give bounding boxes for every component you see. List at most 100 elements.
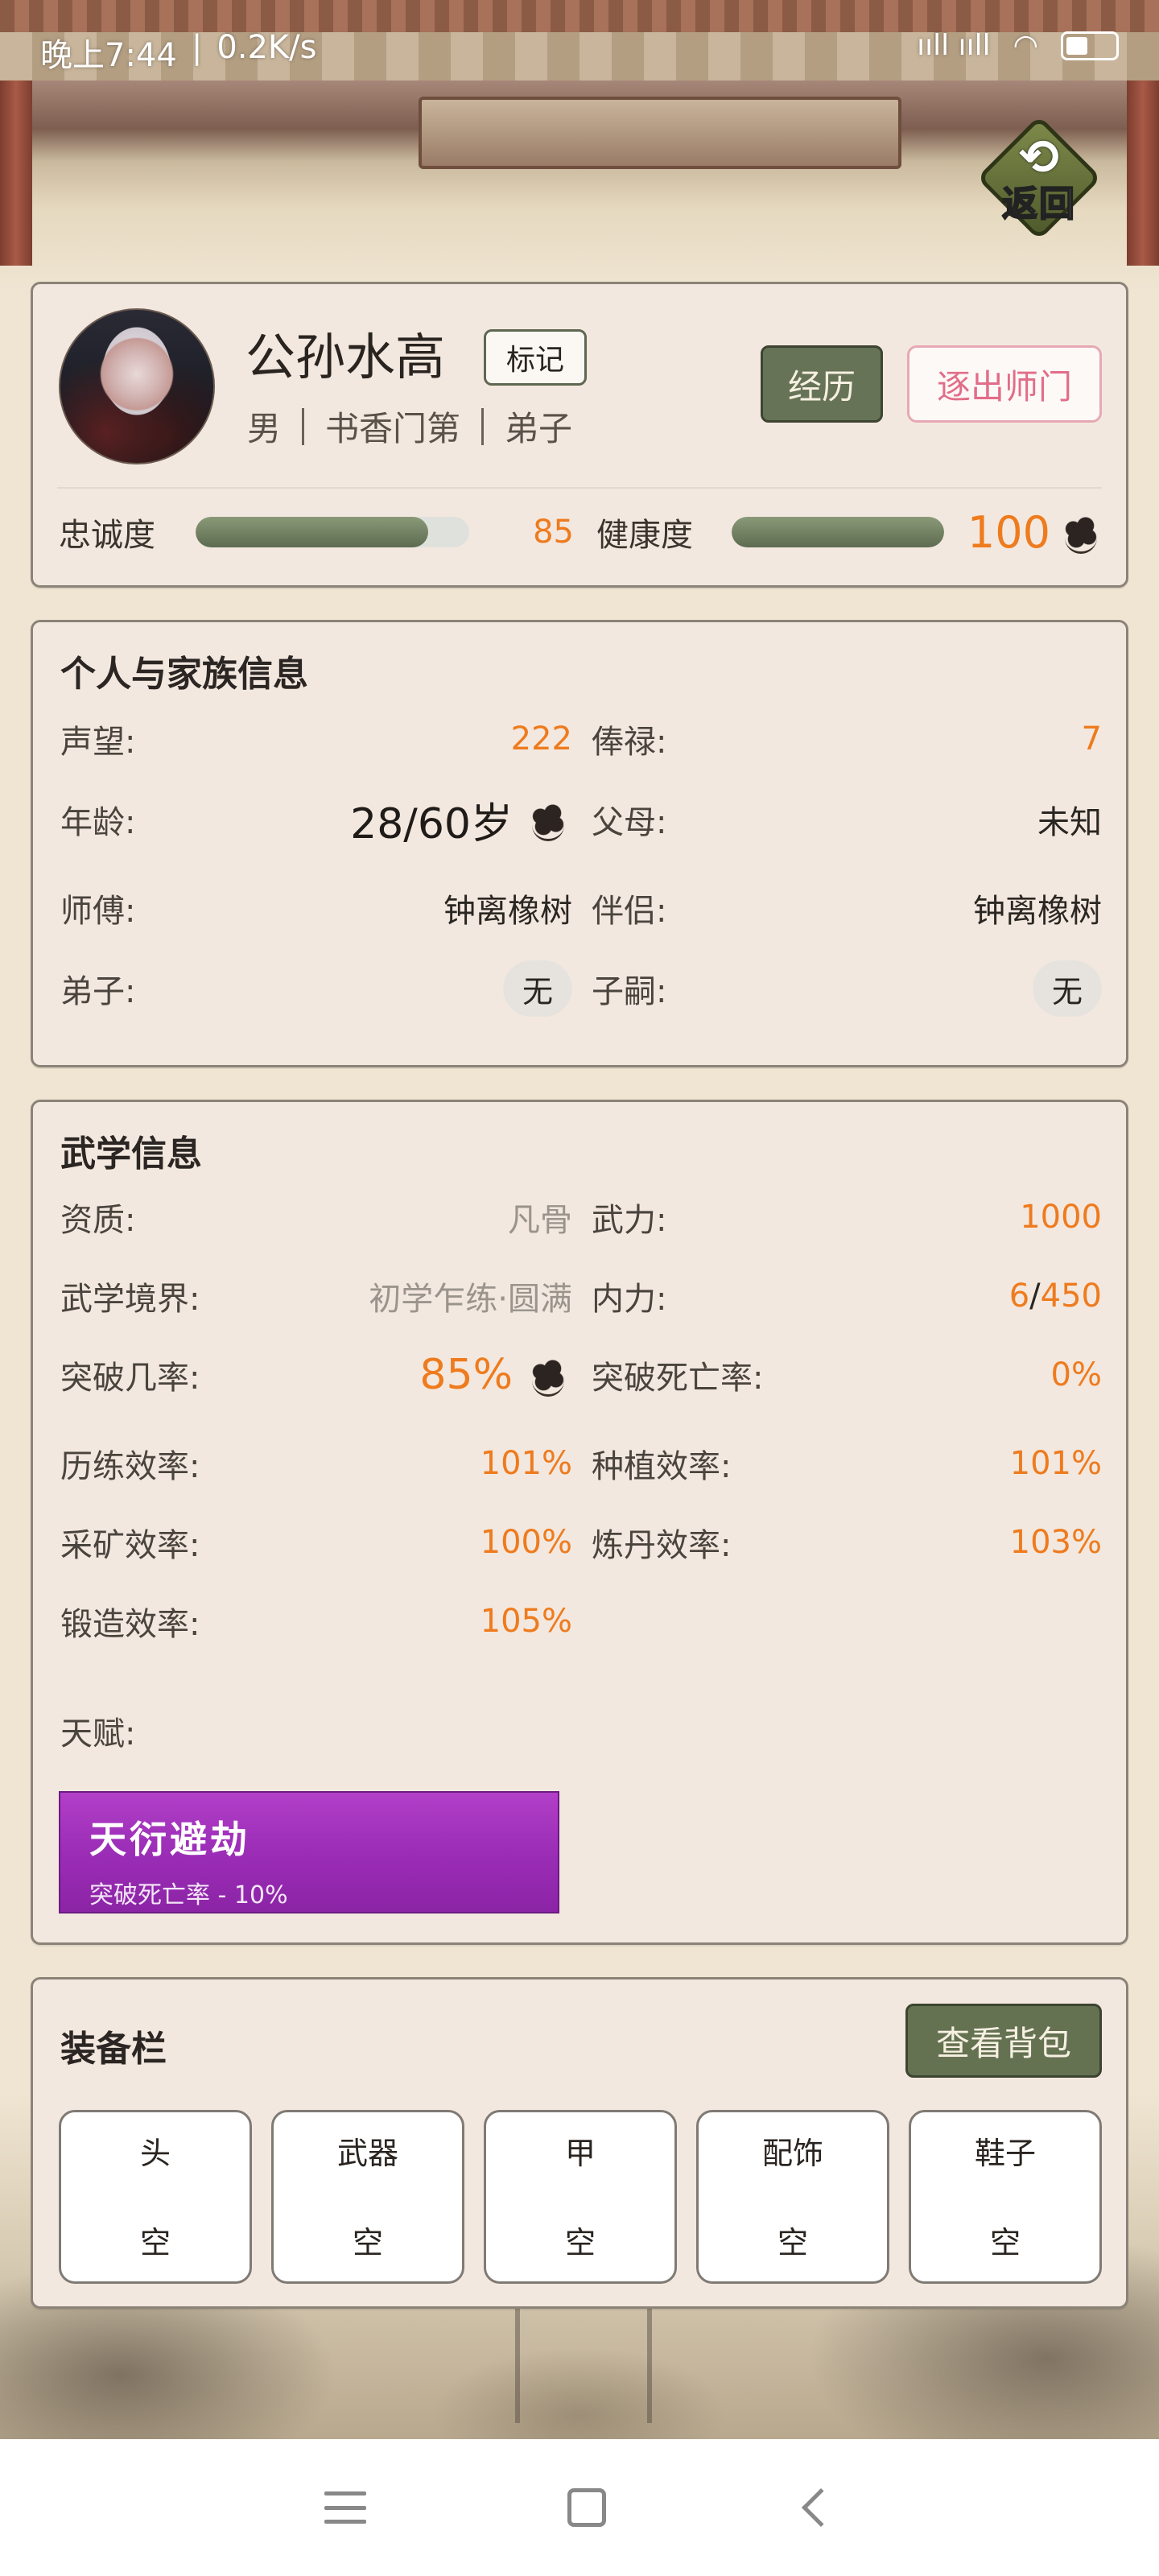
reputation-value: 222 (510, 720, 572, 758)
divider (57, 487, 1102, 489)
slot-value: 空 (564, 2225, 596, 2260)
flower-icon[interactable] (524, 795, 572, 844)
flower-icon[interactable] (1057, 508, 1105, 556)
realm-value: 初学乍练·圆满 (369, 1281, 572, 1318)
character-name: 公孙水高 (245, 328, 446, 386)
reputation-label: 声望: (60, 724, 136, 761)
slot-name: 武器 (336, 2136, 398, 2171)
master-value[interactable]: 钟离橡树 (443, 885, 572, 931)
inner-power-row: 内力: 6/450 (592, 1268, 1102, 1324)
wifi-icon: ◠ (1013, 29, 1038, 62)
loyalty-stat: 忠诚度 85 (59, 500, 574, 564)
salary-value: 7 (1081, 720, 1102, 758)
aptitude-value: 凡骨 (508, 1202, 572, 1239)
tag-button[interactable]: 标记 (484, 329, 587, 386)
health-label: 健康度 (596, 517, 693, 554)
breakthrough-label: 突破几率: (60, 1360, 200, 1397)
parents-label: 父母: (592, 804, 667, 841)
master-label: 师傅: (60, 893, 136, 930)
experience-button[interactable]: 经历 (761, 345, 883, 423)
aptitude-row: 资质: 凡骨 (60, 1189, 572, 1245)
age-value-group: 28/60岁 (350, 790, 572, 850)
equipment-title: 装备栏 (60, 2029, 167, 2070)
talent-label-row: 天赋: (60, 1703, 302, 1759)
breakthrough-row: 突破几率: 85% (60, 1347, 572, 1403)
offspring-pill[interactable]: 无 (1033, 960, 1102, 1017)
spouse-label: 伴侣: (592, 893, 667, 930)
inner-power-max: 450 (1040, 1278, 1102, 1315)
disciples-row: 弟子: 无 (60, 960, 572, 1017)
force-label: 武力: (592, 1202, 667, 1239)
disciples-label: 弟子: (60, 973, 136, 1010)
slot-value: 空 (989, 2225, 1021, 2260)
equipment-slot-accessory[interactable]: 配饰 空 (696, 2110, 889, 2284)
health-stat: 健康度 100 (596, 500, 1105, 564)
offspring-row: 子嗣: 无 (592, 960, 1102, 1017)
equipment-slot-armor[interactable]: 甲 空 (484, 2110, 677, 2284)
training-row: 历练效率: 101% (60, 1435, 572, 1492)
training-value: 101% (480, 1445, 572, 1482)
spouse-value[interactable]: 钟离橡树 (973, 885, 1102, 931)
realm-row: 武学境界: 初学乍练·圆满 (60, 1268, 572, 1324)
aptitude-label: 资质: (60, 1202, 136, 1239)
loyalty-label: 忠诚度 (59, 517, 155, 554)
slot-value: 空 (352, 2225, 383, 2260)
back-button[interactable]: ⟲ 返回 (976, 115, 1102, 246)
salary-label: 俸禄: (592, 724, 667, 761)
mining-label: 采矿效率: (60, 1527, 200, 1564)
salary-row: 俸禄: 7 (592, 711, 1102, 767)
breakthrough-death-row: 突破死亡率: 0% (592, 1347, 1102, 1403)
health-value: 100 (967, 506, 1050, 558)
status-time: 晚上7:44 (40, 37, 177, 74)
breakthrough-death-value: 0% (1050, 1356, 1102, 1393)
talent-label: 天赋: (60, 1715, 136, 1752)
gender-label: 男 (247, 409, 282, 448)
planting-row: 种植效率: 101% (592, 1435, 1102, 1492)
health-bar (732, 517, 944, 547)
parents-value: 未知 (1037, 804, 1102, 841)
forging-row: 锻造效率: 105% (60, 1593, 572, 1649)
system-nav-bar (0, 2439, 1159, 2576)
equipment-card: 装备栏 查看背包 头 空 武器 空 甲 空 配饰 空 鞋子 空 (31, 1977, 1128, 2309)
health-bar-fill (732, 517, 944, 547)
inner-power-value: 6/450 (1009, 1278, 1102, 1315)
expel-button[interactable]: 逐出师门 (907, 345, 1102, 423)
equipment-slot-weapon[interactable]: 武器 空 (271, 2110, 464, 2284)
menu-icon[interactable] (324, 2491, 366, 2524)
martial-info-title: 武学信息 (60, 1133, 202, 1174)
alchemy-label: 炼丹效率: (592, 1527, 732, 1564)
talent-name: 天衍避劫 (89, 1818, 250, 1861)
back-icon[interactable] (801, 2487, 841, 2528)
slot-name: 甲 (564, 2136, 596, 2171)
forging-value: 105% (480, 1603, 572, 1640)
age-row: 年龄: 28/60岁 (60, 791, 572, 848)
alchemy-value: 103% (1009, 1524, 1102, 1561)
home-icon[interactable] (567, 2488, 606, 2527)
force-row: 武力: 1000 (592, 1189, 1102, 1245)
avatar[interactable] (59, 308, 215, 464)
equipment-slot-head[interactable]: 头 空 (59, 2110, 252, 2284)
disciples-pill[interactable]: 无 (503, 960, 572, 1017)
parents-row: 父母: 未知 (592, 791, 1102, 848)
slot-name: 头 (139, 2136, 171, 2171)
equipment-slot-shoes[interactable]: 鞋子 空 (909, 2110, 1102, 2284)
personal-info-title: 个人与家族信息 (60, 654, 308, 695)
flower-icon[interactable] (524, 1351, 572, 1399)
realm-label: 武学境界: (60, 1281, 200, 1318)
talent-description: 突破死亡率 - 10% (89, 1881, 288, 1909)
battery-icon (1061, 31, 1119, 60)
training-label: 历练效率: (60, 1448, 200, 1485)
age-value: 28/60岁 (350, 799, 513, 848)
separator (302, 407, 305, 445)
view-bag-button[interactable]: 查看背包 (905, 2004, 1102, 2078)
inner-power-current: 6 (1008, 1278, 1030, 1315)
back-label: 返回 (1001, 183, 1076, 225)
talent-card[interactable]: 天衍避劫 突破死亡率 - 10% (59, 1791, 559, 1913)
slot-name: 鞋子 (974, 2136, 1036, 2171)
loyalty-bar-fill (196, 517, 428, 547)
role-label: 弟子 (505, 409, 573, 448)
planting-value: 101% (1009, 1445, 1102, 1482)
profile-subtitle: 男 书香门第 弟子 (247, 402, 572, 451)
breakthrough-value: 85% (419, 1351, 513, 1399)
forging-label: 锻造效率: (60, 1606, 200, 1643)
